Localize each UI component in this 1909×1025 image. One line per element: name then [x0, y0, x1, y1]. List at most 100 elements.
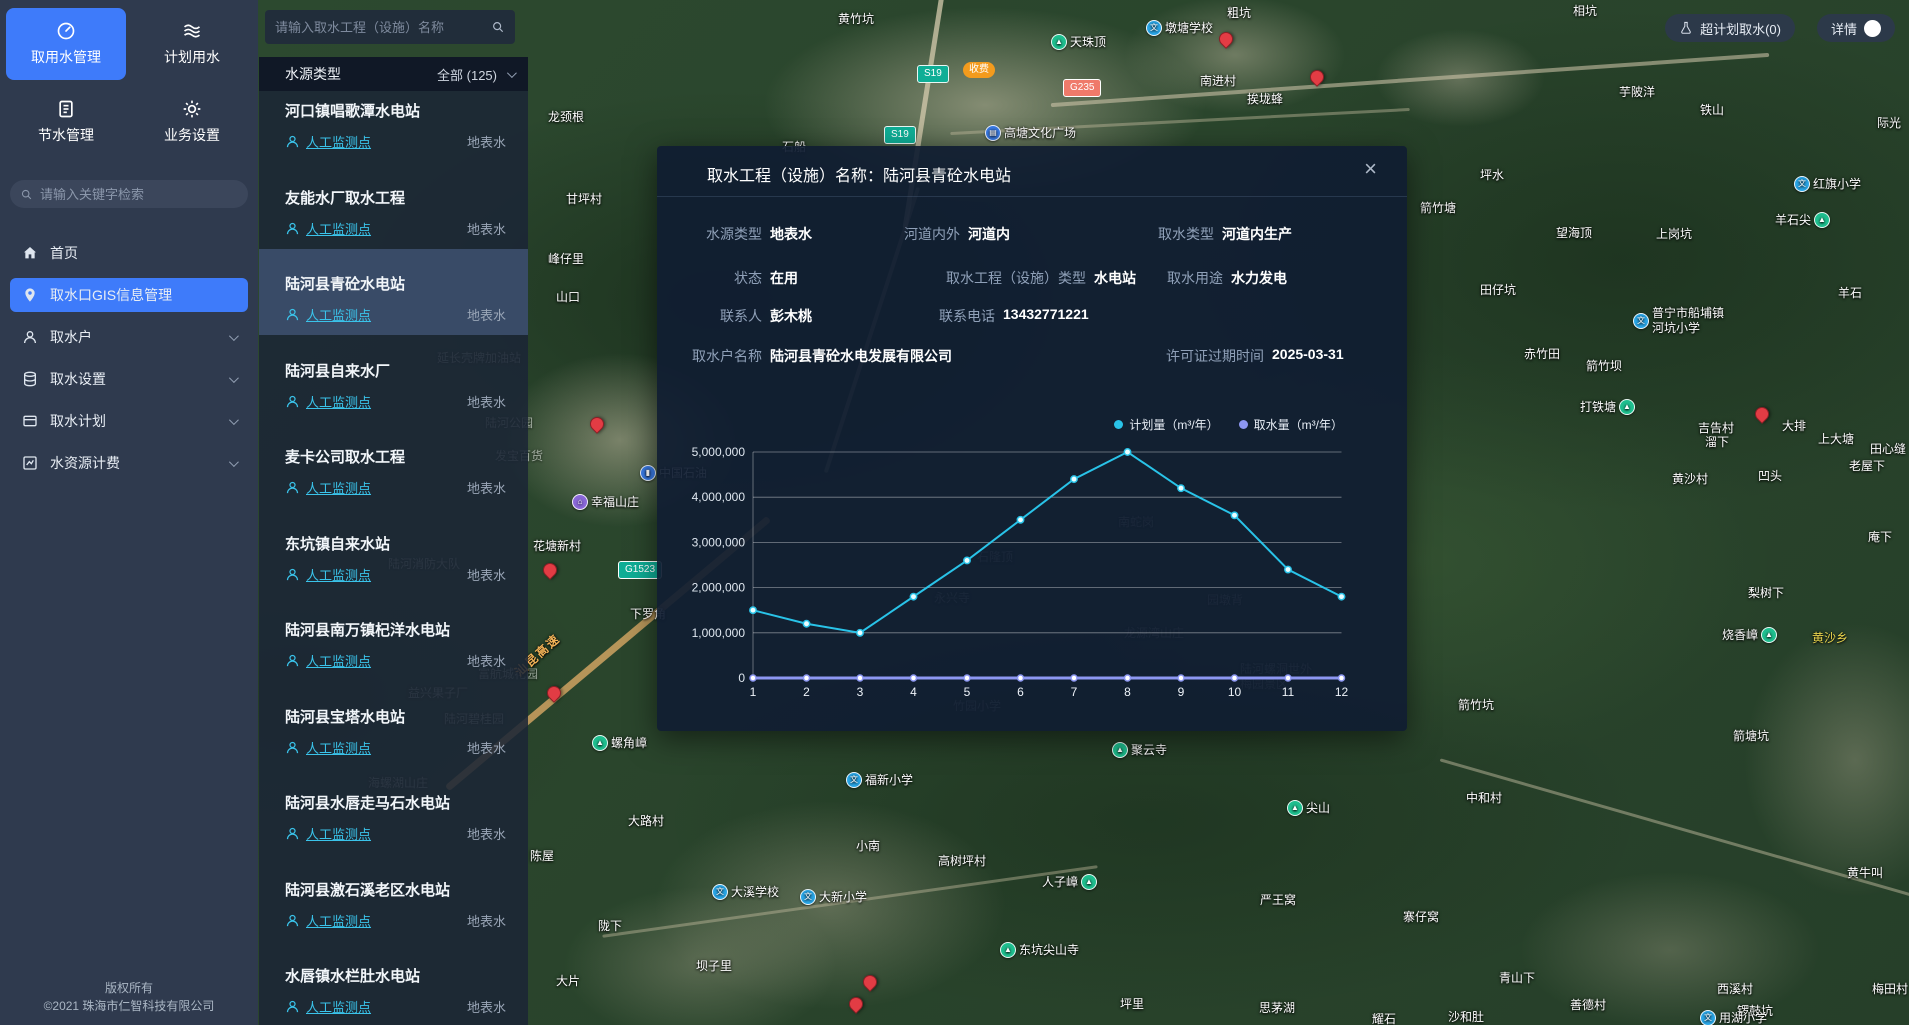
list-item[interactable]: 陆河县青砼水电站人工监测点地表水 — [259, 249, 528, 335]
monitor-type[interactable]: 人工监测点 — [306, 824, 467, 843]
monitor-type[interactable]: 人工监测点 — [306, 997, 467, 1016]
water-source: 地表水 — [467, 738, 506, 757]
sidebar-item-water-billing[interactable]: 水资源计费 — [10, 446, 248, 480]
map-place-label: 黄沙乡 — [1812, 631, 1848, 646]
map-pin-icon[interactable] — [860, 972, 880, 992]
monitor-type[interactable]: 人工监测点 — [306, 219, 467, 238]
monitor-type[interactable]: 人工监测点 — [306, 911, 467, 930]
field-pair: 许可证过期时间2025-03-31 — [657, 346, 1344, 366]
sidebar-item-label: 取水计划 — [50, 411, 217, 431]
svg-text:2: 2 — [803, 685, 810, 699]
map-label-text: 中和村 — [1466, 791, 1502, 806]
school-poi-icon[interactable]: 文 — [800, 889, 816, 905]
sidebar-item-home[interactable]: 首页 — [10, 236, 248, 270]
map-pin-icon[interactable] — [1216, 29, 1236, 49]
field-value: 河道内生产 — [1222, 224, 1292, 244]
resort-poi-icon[interactable]: ⌂ — [572, 494, 588, 510]
field-value: 13432771221 — [1003, 306, 1089, 326]
map-label-text: 寨仔窝 — [1403, 910, 1439, 925]
map-label-text: 天珠顶 — [1070, 35, 1106, 50]
legend-item-actual: 取水量（m³/年） — [1239, 416, 1343, 433]
chevron-down-icon[interactable] — [229, 415, 239, 425]
map-label-text: 小南 — [856, 839, 880, 854]
map-pin-icon[interactable] — [540, 560, 560, 580]
map-place-label: ▲聚云寺 — [1112, 742, 1167, 758]
culture-poi-icon[interactable]: ▤ — [985, 125, 1001, 141]
map-place-label: 文普宁市船埔镇 河坑小学 — [1633, 306, 1724, 336]
card-icon — [22, 413, 38, 429]
close-icon[interactable]: × — [1364, 158, 1377, 180]
field-value: 2025-03-31 — [1272, 346, 1344, 366]
list-item[interactable]: 陆河县水唇走马石水电站人工监测点地表水 — [259, 768, 528, 854]
legend-label-plan: 计划量（m³/年） — [1129, 416, 1218, 433]
list-item[interactable]: 陆河县南万镇杞洋水电站人工监测点地表水 — [259, 595, 528, 681]
mountain-poi-icon[interactable]: ▲ — [592, 735, 608, 751]
mountain-poi-icon[interactable]: ▲ — [1619, 399, 1635, 415]
road-badge-G235: G235 — [1063, 79, 1101, 97]
monitor-type[interactable]: 人工监测点 — [306, 565, 467, 584]
top-controls: 超计划取水(0) 详情 — [1665, 14, 1895, 42]
map-place-label: 文大新小学 — [800, 889, 867, 905]
school-poi-icon[interactable]: 文 — [1146, 20, 1162, 36]
mountain-poi-icon[interactable]: ▲ — [1814, 212, 1830, 228]
map-place-label: ▲天珠顶 — [1051, 34, 1106, 50]
mountain-poi-icon[interactable]: ▲ — [1112, 742, 1128, 758]
school-poi-icon[interactable]: 文 — [1633, 313, 1649, 329]
school-poi-icon[interactable]: 文 — [1700, 1010, 1716, 1025]
list-item[interactable]: 陆河县激石溪老区水电站人工监测点地表水 — [259, 855, 528, 941]
mountain-poi-icon[interactable]: ▲ — [1051, 34, 1067, 50]
map-pin-icon[interactable] — [1752, 404, 1772, 424]
detail-toggle[interactable]: 详情 — [1817, 14, 1895, 42]
chevron-down-icon[interactable] — [229, 373, 239, 383]
chevron-down-icon[interactable] — [229, 331, 239, 341]
monitor-type[interactable]: 人工监测点 — [306, 738, 467, 757]
mountain-poi-icon[interactable]: ▲ — [1287, 800, 1303, 816]
map-label-text: 聚云寺 — [1131, 743, 1167, 758]
tile-water-saving-mgmt[interactable]: 节水管理 — [6, 86, 126, 158]
monitor-type[interactable]: 人工监测点 — [306, 478, 467, 497]
list-item[interactable]: 麦卡公司取水工程人工监测点地表水 — [259, 422, 528, 508]
map-place-label: 甘坪村 — [566, 192, 602, 207]
school-poi-icon[interactable]: 文 — [1794, 176, 1810, 192]
mountain-poi-icon[interactable]: ▲ — [1081, 874, 1097, 890]
map-label-text: 尖山 — [1306, 801, 1330, 816]
tile-planned-water[interactable]: 计划用水 — [132, 8, 252, 80]
monitor-type[interactable]: 人工监测点 — [306, 651, 467, 670]
chevron-down-icon[interactable] — [229, 457, 239, 467]
sidebar-item-intake-gis[interactable]: 取水口GIS信息管理 — [10, 278, 248, 312]
list-item[interactable]: 陆河县自来水厂人工监测点地表水 — [259, 336, 528, 422]
sidebar-item-intake-plan[interactable]: 取水计划 — [10, 404, 248, 438]
map-pin-icon[interactable] — [587, 414, 607, 434]
tile-water-intake-mgmt[interactable]: 取用水管理 — [6, 8, 126, 80]
chevron-down-icon[interactable] — [507, 68, 517, 78]
sidebar-item-intake-settings[interactable]: 取水设置 — [10, 362, 248, 396]
toggle-knob[interactable] — [1864, 20, 1881, 37]
sidebar-item-label: 首页 — [50, 243, 236, 263]
list-item[interactable]: 友能水厂取水工程人工监测点地表水 — [259, 163, 528, 249]
tile-business-settings[interactable]: 业务设置 — [132, 86, 252, 158]
list-item[interactable]: 东坑镇自来水站人工监测点地表水 — [259, 509, 528, 595]
station-filter-bar[interactable]: 水源类型 全部 (125) — [259, 57, 528, 91]
over-plan-intake-button[interactable]: 超计划取水(0) — [1665, 14, 1795, 42]
mountain-poi-icon[interactable]: ▲ — [1761, 627, 1777, 643]
sidebar-search-input[interactable] — [40, 187, 238, 202]
search-icon[interactable] — [491, 20, 505, 34]
school-poi-icon[interactable]: 文 — [712, 884, 728, 900]
station-search-input[interactable] — [275, 20, 483, 35]
legend-label-actual: 取水量（m³/年） — [1254, 416, 1343, 433]
monitor-type[interactable]: 人工监测点 — [306, 132, 467, 151]
filter-value[interactable]: 全部 (125) — [437, 65, 497, 84]
list-item[interactable]: 水唇镇水栏肚水电站人工监测点地表水 — [259, 941, 528, 1025]
person-icon — [285, 826, 300, 841]
map-place-label: 羊石 — [1838, 286, 1862, 301]
sidebar-item-intake-users[interactable]: 取水户 — [10, 320, 248, 354]
school-poi-icon[interactable]: 文 — [846, 772, 862, 788]
monitor-type[interactable]: 人工监测点 — [306, 392, 467, 411]
gas-poi-icon[interactable]: ▮ — [640, 465, 656, 481]
mountain-poi-icon[interactable]: ▲ — [1000, 942, 1016, 958]
map-pin-icon[interactable] — [846, 994, 866, 1014]
list-item[interactable]: 陆河县宝塔水电站人工监测点地表水 — [259, 682, 528, 768]
monitor-type[interactable]: 人工监测点 — [306, 305, 467, 324]
map-place-label: ▲螺角嶂 — [592, 735, 647, 751]
map-place-label: 大片 — [556, 974, 580, 989]
